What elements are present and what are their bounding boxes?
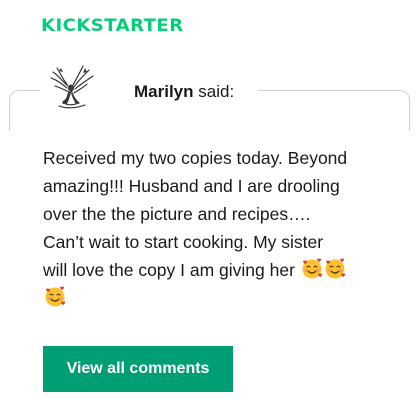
view-all-comments-label: View all comments bbox=[66, 360, 210, 377]
smiling-face-with-hearts-icon bbox=[302, 258, 322, 279]
comment-line-with-emoji: will love the copy I am giving her bbox=[43, 256, 393, 284]
avatar bbox=[43, 62, 99, 112]
comment-line-emoji bbox=[43, 284, 393, 312]
comment-line: will love the copy I am giving her bbox=[43, 260, 295, 280]
view-all-comments-button[interactable]: View all comments bbox=[43, 346, 233, 392]
fairy-sketch-icon bbox=[50, 65, 94, 109]
comment-line: Can’t wait to start cooking. My sister bbox=[43, 232, 324, 252]
comment-said-label: said: bbox=[198, 82, 235, 101]
comment-author-name: Marilyn bbox=[134, 82, 194, 101]
comment-body: Received my two copies today. Beyond ama… bbox=[43, 144, 393, 312]
comment-author-line: Marilyn said: bbox=[134, 82, 239, 102]
comment-line: Received my two copies today. Beyond bbox=[43, 148, 348, 168]
comment-line: amazing!!! Husband and I are drooling bbox=[43, 176, 340, 196]
comment-line: over the the picture and recipes…. bbox=[43, 204, 311, 224]
smiling-face-with-hearts-icon bbox=[325, 258, 345, 279]
kickstarter-logo: KICKSTARTER bbox=[41, 16, 184, 36]
smiling-face-with-hearts-icon bbox=[45, 286, 66, 307]
